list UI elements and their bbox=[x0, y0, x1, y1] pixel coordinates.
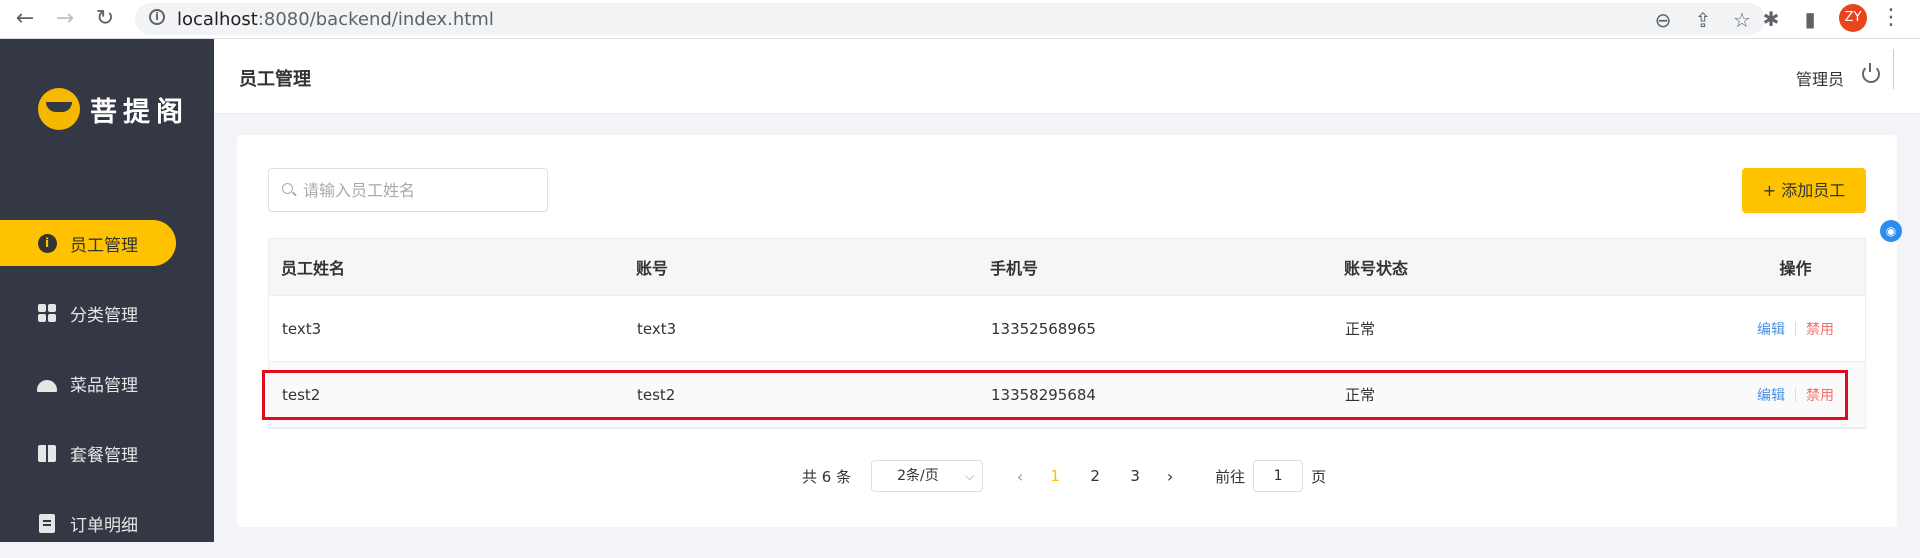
back-arrow-icon[interactable]: ← bbox=[10, 4, 40, 34]
page-2[interactable]: 2 bbox=[1075, 467, 1115, 485]
zoom-icon[interactable]: ⊖ bbox=[1650, 7, 1676, 33]
chevron-down-icon: ⌵ bbox=[964, 469, 975, 483]
bookmark-star-icon[interactable]: ☆ bbox=[1729, 7, 1755, 33]
sidebar-item-employees[interactable]: i 员工管理 bbox=[0, 208, 214, 278]
logo-text: 菩提阁 bbox=[90, 96, 189, 128]
dish-cover-icon bbox=[37, 373, 57, 393]
logo: 菩提阁 bbox=[38, 87, 189, 131]
page-size-select[interactable]: 2条/页 ⌵ bbox=[871, 460, 984, 492]
sidebar-item-label: 分类管理 bbox=[70, 305, 138, 326]
goto-suffix: 页 bbox=[1311, 467, 1327, 486]
page-1[interactable]: 1 bbox=[1035, 467, 1075, 485]
reload-icon[interactable]: ↻ bbox=[90, 4, 120, 34]
forward-arrow-icon[interactable]: → bbox=[50, 4, 80, 34]
url-text[interactable]: localhost:8080/backend/index.html bbox=[177, 9, 494, 30]
sidebar-item-label: 订单明细 bbox=[70, 515, 138, 536]
column-header-actions: 操作 bbox=[1779, 259, 1812, 278]
search-input[interactable] bbox=[303, 169, 539, 211]
side-panel-icon[interactable]: ▮ bbox=[1797, 6, 1823, 32]
page-size-value: 2条/页 bbox=[897, 468, 939, 484]
cell-account: text3 bbox=[637, 319, 677, 338]
address-bar[interactable]: i localhost:8080/backend/index.html ⊖ ⇪ … bbox=[135, 3, 1765, 35]
share-icon[interactable]: ⇪ bbox=[1690, 7, 1716, 33]
gift-icon bbox=[37, 443, 57, 463]
column-header-account: 账号 bbox=[636, 259, 669, 278]
profile-avatar[interactable]: ZY bbox=[1839, 4, 1867, 32]
total-count: 共 6 条 bbox=[802, 467, 852, 486]
person-circle-icon: i bbox=[37, 233, 57, 253]
browser-toolbar: ← → ↻ i localhost:8080/backend/index.htm… bbox=[0, 0, 1920, 39]
assistant-widget-icon[interactable]: ◉ bbox=[1880, 220, 1902, 242]
highlight-box bbox=[262, 370, 1848, 420]
browser-menu-icon[interactable]: ⋮ bbox=[1880, 2, 1902, 34]
divider bbox=[1795, 321, 1796, 336]
search-icon bbox=[282, 183, 293, 194]
search-field[interactable] bbox=[268, 168, 548, 212]
column-header-phone: 手机号 bbox=[990, 259, 1039, 278]
prev-page-icon[interactable]: ‹ bbox=[1005, 467, 1035, 486]
sidebar-item-label: 菜品管理 bbox=[70, 375, 138, 396]
page-3[interactable]: 3 bbox=[1115, 467, 1155, 485]
column-header-status: 账号状态 bbox=[1344, 259, 1409, 278]
sidebar-item-label: 套餐管理 bbox=[70, 445, 138, 466]
sidebar-item-categories[interactable]: 分类管理 bbox=[0, 278, 214, 348]
sidebar-menu: i 员工管理 分类管理 菜品管理 套餐管理 订单明细 bbox=[0, 208, 214, 558]
site-info-icon[interactable]: i bbox=[149, 9, 165, 25]
edit-button[interactable]: 编辑 bbox=[1757, 319, 1785, 339]
sidebar-item-label: 员工管理 bbox=[70, 235, 138, 256]
goto-page-input[interactable]: 1 bbox=[1253, 460, 1304, 492]
logout-power-icon[interactable] bbox=[1862, 63, 1880, 83]
column-header-name: 员工姓名 bbox=[281, 259, 346, 278]
sidebar: 菩提阁 i 员工管理 分类管理 菜品管理 套餐管理 订单明细 bbox=[0, 39, 214, 542]
cell-name: text3 bbox=[282, 319, 322, 338]
clipboard-icon bbox=[37, 513, 57, 533]
next-page-icon[interactable]: › bbox=[1155, 467, 1185, 486]
sidebar-item-dishes[interactable]: 菜品管理 bbox=[0, 348, 214, 418]
cell-actions: 编辑 禁用 bbox=[1686, 319, 1865, 339]
grid-icon bbox=[37, 303, 57, 323]
scrollbar[interactable] bbox=[1893, 49, 1894, 89]
table-row: text3 text3 13352568965 正常 编辑 禁用 bbox=[269, 296, 1865, 362]
pagination: 共 6 条 2条/页 ⌵ ‹ 1 2 3 › 前往 1 页 bbox=[802, 460, 1326, 492]
table-header: 员工姓名 账号 手机号 账号状态 操作 bbox=[269, 239, 1865, 296]
cell-phone: 13352568965 bbox=[991, 319, 1096, 338]
logo-mark-icon bbox=[38, 88, 80, 130]
add-employee-button[interactable]: + 添加员工 bbox=[1742, 168, 1866, 213]
sidebar-item-setmeals[interactable]: 套餐管理 bbox=[0, 418, 214, 488]
sidebar-item-orders[interactable]: 订单明细 bbox=[0, 488, 214, 558]
cell-status: 正常 bbox=[1345, 320, 1376, 338]
goto-label: 前往 bbox=[1215, 467, 1246, 486]
header: 员工管理 管理员 bbox=[214, 39, 1920, 114]
extensions-icon[interactable]: ✱ bbox=[1758, 6, 1784, 32]
user-name: 管理员 bbox=[1796, 70, 1845, 89]
page-title: 员工管理 bbox=[239, 69, 311, 90]
disable-button[interactable]: 禁用 bbox=[1806, 319, 1834, 339]
